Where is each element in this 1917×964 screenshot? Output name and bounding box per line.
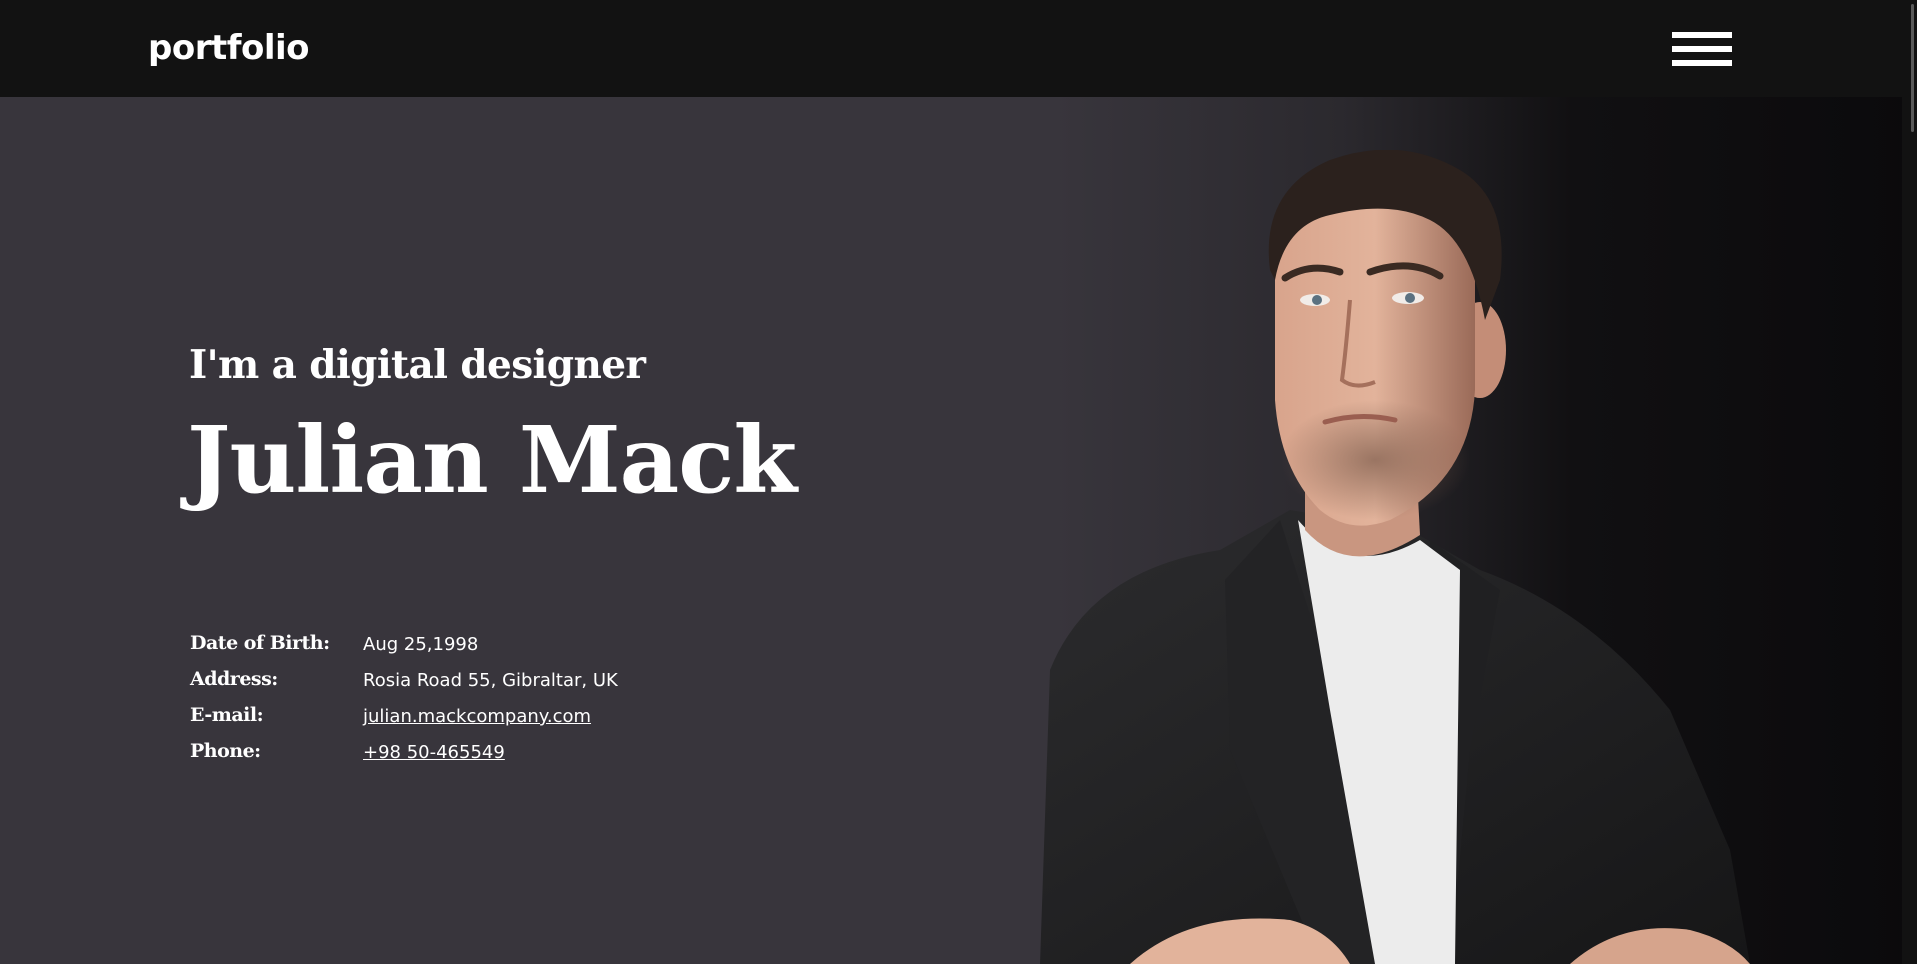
info-label: E-mail: [190,704,264,726]
page: portfolio I'm a digital designer Julian … [0,0,1917,964]
site-logo[interactable]: portfolio [148,26,310,70]
menu-bar [1672,46,1732,52]
page-scrollbar[interactable] [1902,0,1917,964]
info-value: Aug 25,1998 [363,634,479,655]
hamburger-menu-icon[interactable] [1672,31,1732,67]
hero-subtitle: I'm a digital designer [189,342,646,388]
info-label: Phone: [190,740,261,762]
profile-photo [1040,150,1750,964]
info-label: Address: [190,668,278,690]
menu-bar [1672,32,1732,38]
info-label: Date of Birth: [190,632,330,654]
scrollbar-thumb[interactable] [1911,4,1914,132]
info-value: +98 50-465549 [363,742,505,763]
menu-bar [1672,60,1732,66]
info-value: julian.mackcompany.com [363,706,591,727]
top-navbar: portfolio [0,0,1917,97]
hero-name: Julian Mack [187,406,797,514]
phone-link[interactable]: +98 50-465549 [363,742,505,763]
email-link[interactable]: julian.mackcompany.com [363,706,591,727]
info-value: Rosia Road 55, Gibraltar, UK [363,670,618,691]
